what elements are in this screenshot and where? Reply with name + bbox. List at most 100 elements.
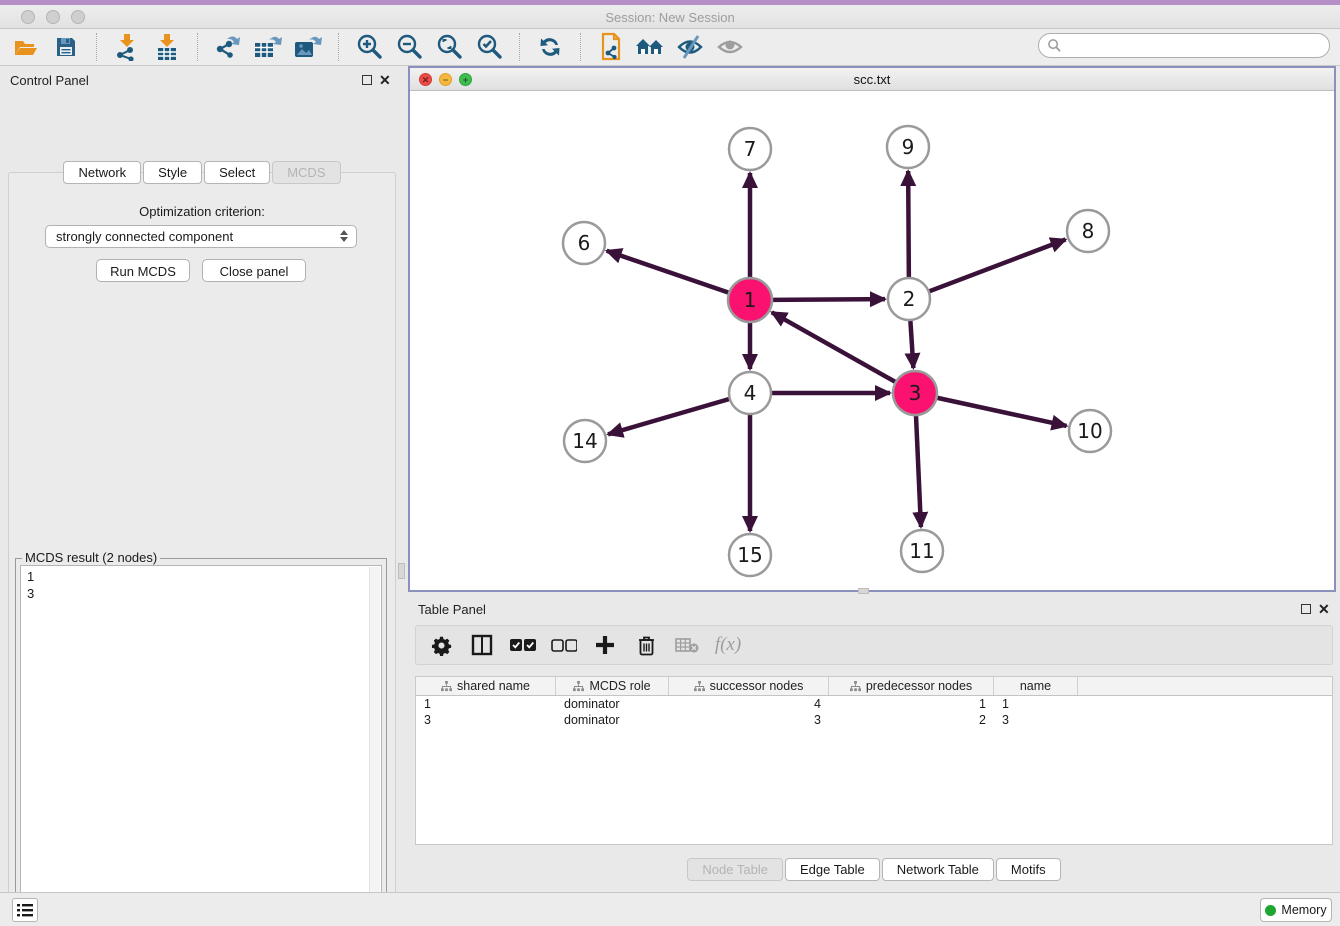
cell-name[interactable]: 3 (994, 712, 1078, 728)
cell-predecessor-nodes[interactable]: 1 (829, 696, 994, 712)
horizontal-splitter-grip[interactable] (858, 588, 869, 594)
deselect-all-button[interactable] (551, 632, 577, 658)
delete-table-button[interactable] (674, 632, 700, 658)
search-input[interactable] (1038, 33, 1330, 58)
network-graph: 7968124314101511 (410, 91, 1334, 590)
graph-edge-4-14[interactable] (608, 399, 729, 434)
delete-column-button[interactable] (633, 632, 659, 658)
export-network-button[interactable] (208, 31, 248, 63)
memory-status-icon (1265, 905, 1276, 916)
table-panel: Table Panel ✕ f(x) (408, 595, 1340, 890)
export-image-button[interactable] (288, 31, 328, 63)
vertical-splitter-grip[interactable] (398, 563, 405, 579)
open-session-button[interactable] (6, 31, 46, 63)
close-table-panel-icon[interactable]: ✕ (1318, 601, 1330, 618)
graph-node-label-3: 3 (909, 381, 922, 405)
open-folder-icon (13, 34, 39, 60)
houses-icon (635, 35, 667, 59)
delete-table-icon (675, 637, 699, 653)
save-session-button[interactable] (46, 31, 86, 63)
table-header-row: shared name MCDS role successor nodes pr… (416, 677, 1332, 696)
home-layout-button[interactable] (631, 31, 671, 63)
graph-edge-2-3[interactable] (910, 321, 913, 368)
graph-edge-1-6[interactable] (607, 251, 729, 293)
tab-network[interactable]: Network (63, 161, 141, 184)
result-scrollbar[interactable] (369, 567, 380, 926)
eye-disabled-button[interactable] (711, 31, 751, 63)
zoom-selected-button[interactable] (469, 31, 509, 63)
criterion-value: strongly connected component (56, 229, 233, 244)
duplicate-network-icon (598, 32, 624, 62)
task-history-button[interactable] (12, 898, 38, 922)
close-panel-icon[interactable]: ✕ (379, 72, 391, 89)
criterion-dropdown[interactable]: strongly connected component (45, 225, 357, 248)
import-table-button[interactable] (147, 31, 187, 63)
column-header-name[interactable]: name (994, 677, 1078, 695)
zoom-in-button[interactable] (349, 31, 389, 63)
table-row[interactable]: 1 dominator 4 1 1 (416, 696, 1332, 712)
tab-network-table[interactable]: Network Table (882, 858, 994, 881)
cell-mcds-role[interactable]: dominator (556, 696, 669, 712)
tab-edge-table[interactable]: Edge Table (785, 858, 880, 881)
cell-shared-name[interactable]: 3 (416, 712, 556, 728)
export-table-button[interactable] (248, 31, 288, 63)
graph-node-label-7: 7 (744, 137, 757, 161)
add-column-button[interactable] (592, 632, 618, 658)
column-header-shared-name[interactable]: shared name (416, 677, 556, 695)
table-toolbar: f(x) (415, 625, 1333, 665)
checked-boxes-icon (510, 638, 536, 652)
network-canvas[interactable]: 7968124314101511 (410, 91, 1334, 590)
cell-predecessor-nodes[interactable]: 2 (829, 712, 994, 728)
column-header-predecessor-nodes[interactable]: predecessor nodes (829, 677, 994, 695)
graph-edge-2-9[interactable] (908, 171, 909, 277)
network-title: scc.txt (410, 72, 1334, 87)
zoom-selected-icon (475, 33, 503, 61)
function-builder-button[interactable]: f(x) (715, 632, 741, 658)
eye-disabled-icon (716, 34, 746, 60)
cell-successor-nodes[interactable]: 3 (669, 712, 829, 728)
graph-edge-3-11[interactable] (916, 416, 921, 527)
zoom-in-icon (355, 33, 383, 61)
tab-style[interactable]: Style (143, 161, 202, 184)
table-panel-title: Table Panel (418, 602, 486, 617)
zoom-fit-icon (435, 33, 463, 61)
graph-edge-1-2[interactable] (773, 299, 885, 300)
mcds-result-list[interactable]: 1 3 (20, 565, 382, 926)
tab-mcds[interactable]: MCDS (272, 161, 340, 184)
tab-node-table[interactable]: Node Table (687, 858, 783, 881)
refresh-icon (537, 34, 563, 60)
refresh-button[interactable] (530, 31, 570, 63)
select-all-button[interactable] (510, 632, 536, 658)
graph-node-label-9: 9 (902, 135, 915, 159)
cell-shared-name[interactable]: 1 (416, 696, 556, 712)
tab-motifs[interactable]: Motifs (996, 858, 1061, 881)
toolbar-separator (96, 33, 97, 61)
table-settings-button[interactable] (428, 632, 454, 658)
import-network-button[interactable] (107, 31, 147, 63)
graph-node-label-6: 6 (578, 231, 591, 255)
cell-successor-nodes[interactable]: 4 (669, 696, 829, 712)
status-bar: Memory (0, 892, 1340, 926)
cell-mcds-role[interactable]: dominator (556, 712, 669, 728)
graph-node-label-10: 10 (1077, 419, 1102, 443)
show-columns-button[interactable] (469, 632, 495, 658)
zoom-fit-button[interactable] (429, 31, 469, 63)
cell-name[interactable]: 1 (994, 696, 1078, 712)
network-view-window: ✕ − + scc.txt 7968124314101511 (408, 66, 1336, 592)
float-table-panel-icon[interactable] (1301, 604, 1311, 614)
duplicate-network-button[interactable] (591, 31, 631, 63)
graph-edge-3-1[interactable] (772, 312, 895, 381)
table-row[interactable]: 3 dominator 3 2 3 (416, 712, 1332, 728)
network-window-titlebar[interactable]: ✕ − + scc.txt (410, 68, 1334, 91)
column-header-successor-nodes[interactable]: successor nodes (669, 677, 829, 695)
graph-edge-2-8[interactable] (930, 240, 1066, 292)
column-header-mcds-role[interactable]: MCDS role (556, 677, 669, 695)
float-panel-icon[interactable] (362, 75, 372, 85)
hide-panels-button[interactable] (671, 31, 711, 63)
run-mcds-button[interactable]: Run MCDS (96, 259, 190, 282)
graph-edge-3-10[interactable] (937, 398, 1066, 426)
close-panel-button[interactable]: Close panel (202, 259, 306, 282)
zoom-out-button[interactable] (389, 31, 429, 63)
tab-select[interactable]: Select (204, 161, 270, 184)
memory-button[interactable]: Memory (1260, 898, 1332, 922)
